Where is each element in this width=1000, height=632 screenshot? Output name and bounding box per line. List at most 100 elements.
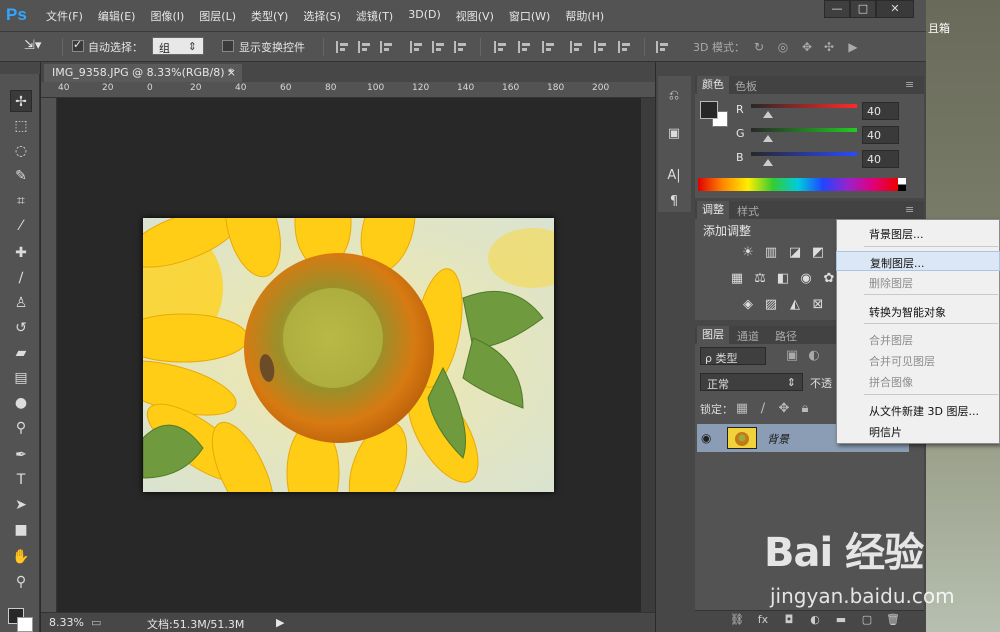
menu-select[interactable]: 选择(S)	[303, 8, 341, 24]
red-value-field[interactable]: 40	[862, 102, 899, 120]
status-info-icon[interactable]: ▭	[91, 616, 101, 629]
document-tab[interactable]: IMG_9358.JPG @ 8.33%(RGB/8) * ×	[44, 64, 242, 82]
distribute-hcenter-icon[interactable]	[594, 41, 608, 53]
blur-tool-icon[interactable]: ●	[10, 392, 32, 414]
healing-brush-tool-icon[interactable]: ✚	[10, 242, 32, 264]
add-mask-icon[interactable]: ◘	[782, 613, 796, 627]
blend-mode-dropdown[interactable]: 正常 ⇕	[700, 373, 803, 391]
hand-tool-icon[interactable]: ✋	[10, 546, 32, 568]
gradient-tool-icon[interactable]: ▤	[10, 367, 32, 389]
blue-channel-slider[interactable]	[751, 152, 857, 156]
layer-name[interactable]: 背景	[767, 431, 789, 447]
menu-window[interactable]: 窗口(W)	[509, 8, 550, 24]
red-channel-slider[interactable]	[751, 104, 857, 108]
background-color-swatch[interactable]	[17, 617, 33, 632]
tab-swatches[interactable]: 色板	[735, 78, 757, 94]
distribute-vcenter-icon[interactable]	[518, 41, 532, 53]
crop-tool-icon[interactable]: ⌗	[10, 190, 32, 212]
move-tool-icon[interactable]: ✢	[10, 90, 32, 112]
show-transform-checkbox[interactable]	[222, 40, 234, 52]
rectangle-tool-icon[interactable]: ■	[10, 519, 32, 541]
distribute-left-icon[interactable]	[570, 41, 584, 53]
photo-filter-icon[interactable]: ◉	[798, 271, 814, 287]
zoom-level[interactable]: 8.33%	[49, 616, 84, 629]
rotate-3d-icon[interactable]: ↻	[752, 40, 766, 54]
menu-item-duplicate-layer[interactable]: 复制图层...	[836, 251, 1000, 271]
menu-layer[interactable]: 图层(L)	[199, 8, 236, 24]
color-balance-icon[interactable]: ⚖	[752, 271, 768, 287]
status-menu-arrow-icon[interactable]: ▶	[276, 616, 284, 629]
green-slider-knob[interactable]	[763, 135, 773, 142]
green-channel-slider[interactable]	[751, 128, 857, 132]
lock-transparent-icon[interactable]: ▦	[734, 401, 750, 417]
eraser-tool-icon[interactable]: ▰	[10, 342, 32, 364]
link-layers-icon[interactable]: ⛓	[730, 613, 744, 627]
menu-image[interactable]: 图像(I)	[150, 8, 184, 24]
selective-color-icon[interactable]: ⊠	[810, 297, 826, 313]
character-panel-icon[interactable]: A|	[664, 166, 684, 186]
tab-styles[interactable]: 样式	[737, 203, 759, 219]
curves-icon[interactable]: ◪	[787, 245, 803, 261]
black-white-ramp[interactable]	[898, 178, 906, 191]
distribute-bottom-icon[interactable]	[542, 41, 556, 53]
tab-adjustments[interactable]: 调整	[697, 201, 729, 219]
maximize-button[interactable]: □	[850, 0, 876, 18]
align-bottom-icon[interactable]	[380, 41, 394, 53]
layer-visibility-eye-icon[interactable]: ◉	[701, 431, 715, 445]
tools-panel-header[interactable]	[0, 62, 40, 74]
tab-channels[interactable]: 通道	[737, 328, 759, 344]
tab-paths[interactable]: 路径	[775, 328, 797, 344]
slide-3d-icon[interactable]: ✣	[822, 40, 836, 54]
brightness-contrast-icon[interactable]: ☀	[740, 245, 756, 261]
menu-help[interactable]: 帮助(H)	[565, 8, 604, 24]
dodge-tool-icon[interactable]: ⚲	[10, 417, 32, 439]
menu-item-flatten-image[interactable]: 拼合图像	[836, 371, 1000, 391]
threshold-icon[interactable]: ◭	[787, 297, 803, 313]
align-top-icon[interactable]	[336, 41, 350, 53]
minimize-button[interactable]: —	[824, 0, 850, 18]
new-group-icon[interactable]: ▬	[834, 613, 848, 627]
zoom-tool-icon[interactable]: ⚲	[10, 571, 32, 593]
document-tab-close-icon[interactable]: ×	[227, 66, 236, 79]
vibrance-icon[interactable]: ▦	[729, 271, 745, 287]
history-brush-tool-icon[interactable]: ↺	[10, 317, 32, 339]
menu-view[interactable]: 视图(V)	[456, 8, 494, 24]
channel-mixer-icon[interactable]: ✿	[821, 271, 837, 287]
brush-tool-icon[interactable]: ∕	[10, 267, 32, 289]
lock-position-icon[interactable]: ✥	[776, 401, 792, 417]
clone-stamp-tool-icon[interactable]: ♙	[10, 292, 32, 314]
menu-edit[interactable]: 编辑(E)	[98, 8, 136, 24]
history-panel-icon[interactable]: ⎌	[664, 86, 684, 106]
green-value-field[interactable]: 40	[862, 126, 899, 144]
auto-align-icon[interactable]	[656, 41, 670, 53]
panel-menu-icon[interactable]: ≡	[905, 78, 914, 91]
menu-item-merge-layers[interactable]: 合并图层	[836, 329, 1000, 349]
path-selection-tool-icon[interactable]: ➤	[10, 494, 32, 516]
menu-filter[interactable]: 滤镜(T)	[356, 8, 393, 24]
blue-slider-knob[interactable]	[763, 159, 773, 166]
blue-value-field[interactable]: 40	[862, 150, 899, 168]
filter-adjustment-icon[interactable]: ◐	[806, 348, 822, 364]
levels-icon[interactable]: ▥	[763, 245, 779, 261]
marquee-tool-icon[interactable]: ⬚	[10, 115, 32, 137]
align-hcenter-icon[interactable]	[432, 41, 446, 53]
new-layer-icon[interactable]: ▢	[860, 613, 874, 627]
pen-tool-icon[interactable]: ✒	[10, 444, 32, 466]
paragraph-panel-icon[interactable]: ¶	[664, 192, 684, 212]
lasso-tool-icon[interactable]: ◌	[10, 140, 32, 162]
invert-icon[interactable]: ◈	[740, 297, 756, 313]
type-tool-icon[interactable]: T	[10, 469, 32, 491]
vertical-ruler[interactable]	[41, 98, 57, 612]
delete-layer-icon[interactable]: 🗑︎	[886, 613, 900, 627]
properties-panel-icon[interactable]: ▣	[664, 124, 684, 144]
foreground-color-box[interactable]	[700, 101, 718, 119]
close-button[interactable]: ✕	[876, 0, 914, 18]
eyedropper-tool-icon[interactable]: ⁄	[10, 215, 32, 237]
color-spectrum-bar[interactable]	[698, 178, 898, 191]
menu-item-delete-layer[interactable]: 删除图层	[836, 272, 1000, 292]
quick-selection-tool-icon[interactable]: ✎	[10, 165, 32, 187]
menu-item-new-3d-layer-from-file[interactable]: 从文件新建 3D 图层...	[836, 400, 1000, 420]
align-vcenter-icon[interactable]	[358, 41, 372, 53]
panel-menu-icon[interactable]: ≡	[905, 203, 914, 216]
vertical-scrollbar[interactable]	[641, 98, 655, 612]
